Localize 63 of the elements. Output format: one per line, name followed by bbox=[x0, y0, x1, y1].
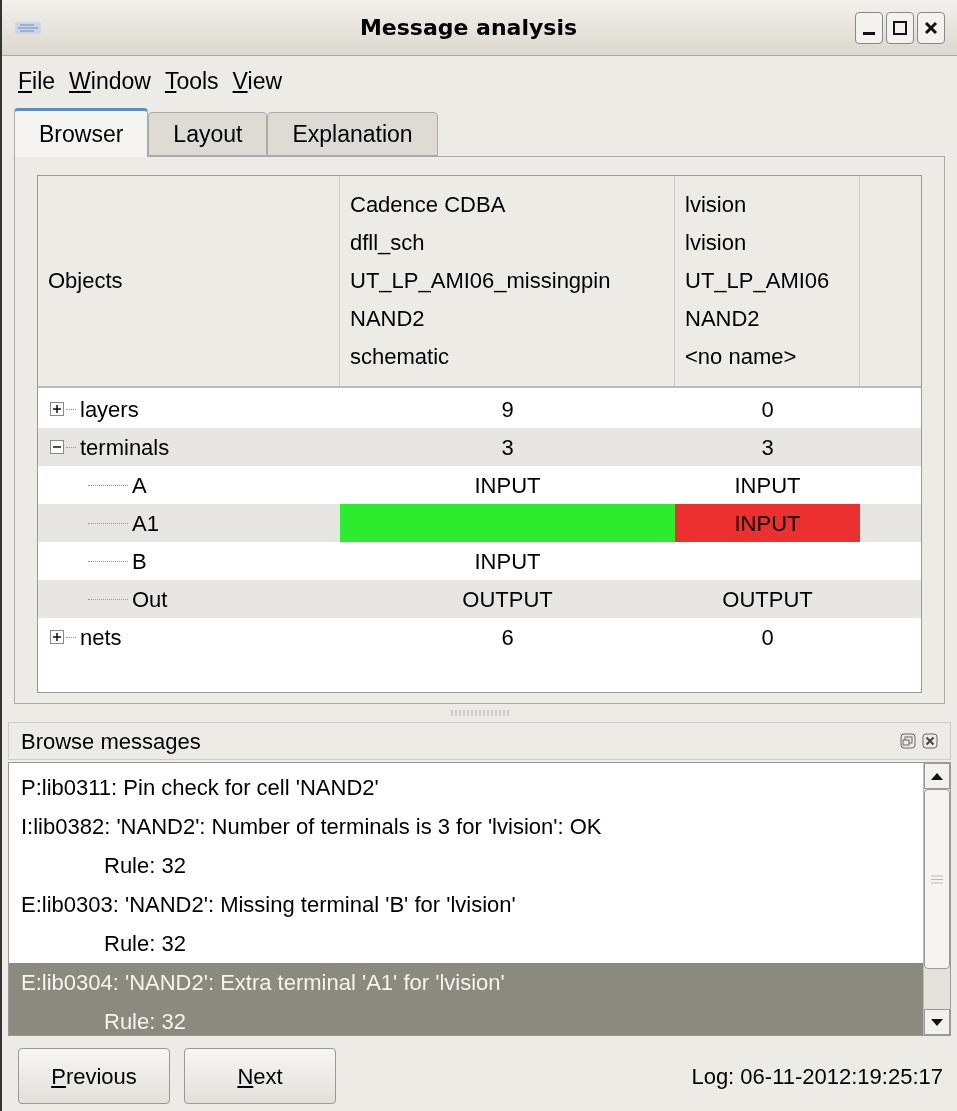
close-icon[interactable] bbox=[922, 733, 938, 749]
scroll-thumb[interactable] bbox=[924, 789, 950, 969]
message-text: E:lib0303: 'NAND2': Missing terminal 'B' for 'lvision' bbox=[20, 891, 517, 919]
tab[interactable]: Browser bbox=[14, 108, 149, 157]
down-arrow-icon bbox=[931, 1018, 943, 1026]
table-cell-text: OUTPUT bbox=[721, 585, 814, 614]
expand-icon[interactable] bbox=[50, 630, 64, 644]
table-cell: INPUT bbox=[675, 504, 860, 542]
message-detail: Rule: 32 bbox=[103, 1008, 187, 1035]
tree-item[interactable]: layers bbox=[80, 392, 139, 426]
maximize-button[interactable] bbox=[886, 11, 914, 44]
window-title: Message analysis bbox=[359, 14, 578, 42]
tree-item[interactable]: B bbox=[132, 544, 147, 578]
table-cell-text: OUTPUT bbox=[461, 585, 554, 614]
tree-item[interactable]: A1 bbox=[132, 506, 159, 540]
tree-item[interactable]: terminals bbox=[80, 430, 170, 464]
window-icon bbox=[14, 19, 42, 36]
tree-item[interactable]: Out bbox=[132, 582, 168, 616]
table-cell-text: 0 bbox=[760, 623, 775, 652]
column-header[interactable]: Cadence CDBA dfll_sch UT_LP_AMI06_missingpin NAND2 schematic bbox=[340, 176, 675, 386]
grip-icon bbox=[931, 874, 943, 884]
float-icon[interactable] bbox=[900, 733, 916, 749]
menu-item[interactable]: Window bbox=[67, 63, 153, 99]
menu-item[interactable]: Tools bbox=[162, 63, 221, 99]
log-timestamp: Log: 06-11-2012:19:25:17 bbox=[691, 1062, 943, 1091]
table-cell-text: 3 bbox=[500, 433, 515, 462]
table-cell-text: INPUT bbox=[473, 547, 542, 576]
message-item[interactable]: E:lib0303: 'NAND2': Missing terminal 'B' for 'lvision' Rule: 32 bbox=[9, 885, 923, 963]
close-button[interactable] bbox=[917, 11, 945, 44]
maximize-icon bbox=[893, 20, 907, 35]
table-cell-text: 9 bbox=[500, 395, 515, 424]
tab[interactable]: Explanation bbox=[267, 112, 438, 156]
expand-icon[interactable] bbox=[50, 402, 64, 416]
column-header[interactable]: lvision lvision UT_LP_AMI06 NAND2 <no name> bbox=[675, 176, 860, 386]
menu-item[interactable]: View bbox=[230, 63, 285, 99]
scroll-up-button[interactable] bbox=[924, 763, 950, 789]
table-cell-text: 0 bbox=[760, 395, 775, 424]
message-detail: Rule: 32 bbox=[103, 930, 187, 958]
table-cell-text: INPUT bbox=[733, 471, 802, 500]
scrollbar[interactable] bbox=[923, 763, 950, 1035]
tab[interactable]: Layout bbox=[148, 112, 268, 156]
table-cell-text: INPUT bbox=[473, 471, 542, 500]
button[interactable]: Previous bbox=[18, 1048, 170, 1104]
message-text: E:lib0304: 'NAND2': Extra terminal 'A1' for 'lvision' bbox=[20, 969, 506, 997]
minimize-button[interactable] bbox=[855, 11, 883, 44]
collapse-icon[interactable] bbox=[50, 440, 64, 454]
splitter-handle[interactable] bbox=[449, 710, 510, 716]
table-cell-text: 6 bbox=[500, 623, 515, 652]
column-header[interactable]: Objects bbox=[38, 176, 340, 386]
tree-item[interactable]: A bbox=[132, 468, 147, 502]
message-item[interactable]: I:lib0382: 'NAND2': Number of terminals is 3 for 'lvision': OK Rule: 32 bbox=[9, 807, 923, 885]
panel-title: Browse messages bbox=[21, 727, 202, 756]
scroll-down-button[interactable] bbox=[924, 1009, 950, 1035]
minimize-icon bbox=[863, 31, 875, 35]
message-text: I:lib0382: 'NAND2': Number of terminals is 3 for 'lvision': OK bbox=[20, 813, 603, 841]
tree-item[interactable]: nets bbox=[80, 620, 122, 654]
up-arrow-icon bbox=[931, 772, 943, 780]
message-detail: Rule: 32 bbox=[103, 852, 187, 880]
menu-item[interactable]: File bbox=[16, 63, 58, 99]
table-cell-text: 3 bbox=[760, 433, 775, 462]
button[interactable]: Next bbox=[184, 1048, 336, 1104]
close-icon bbox=[924, 20, 938, 35]
message-item[interactable]: P:lib0311: Pin check for cell 'NAND2' bbox=[9, 768, 923, 807]
